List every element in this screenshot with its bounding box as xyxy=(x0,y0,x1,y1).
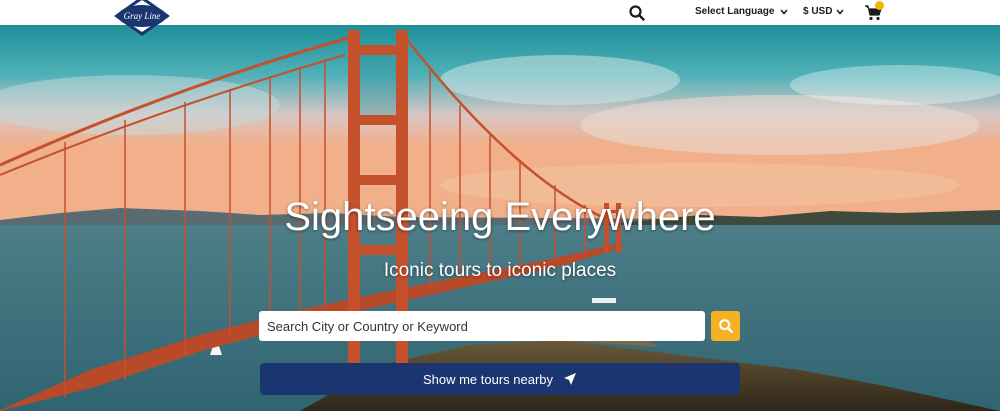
search-icon xyxy=(718,319,733,333)
hero-title: Sightseeing Everywhere xyxy=(284,195,716,239)
language-selector[interactable]: Select Language xyxy=(695,6,789,17)
chevron-down-icon xyxy=(836,9,845,15)
nearby-button-label: Show me tours nearby xyxy=(422,371,554,387)
cart-badge xyxy=(875,1,884,10)
logo-text: Gray Line xyxy=(124,11,161,21)
show-tours-nearby-button[interactable]: Show me tours nearby xyxy=(260,363,740,395)
hero-banner: Sightseeing Everywhere Iconic tours to i… xyxy=(0,25,1000,411)
chevron-down-icon xyxy=(780,9,789,15)
currency-label: $ USD xyxy=(803,6,833,17)
search-icon[interactable] xyxy=(628,4,646,22)
navigation-arrow-icon xyxy=(564,373,577,385)
language-label: Select Language xyxy=(695,6,775,17)
grayline-logo[interactable]: Gray Line xyxy=(112,0,172,38)
currency-selector[interactable]: $ USD xyxy=(803,6,845,17)
tour-search-input[interactable] xyxy=(259,311,705,341)
hero-subtitle: Iconic tours to iconic places xyxy=(383,260,617,281)
site-header: Gray Line Select Language $ USD xyxy=(0,0,1000,36)
search-submit-button[interactable] xyxy=(711,311,740,341)
